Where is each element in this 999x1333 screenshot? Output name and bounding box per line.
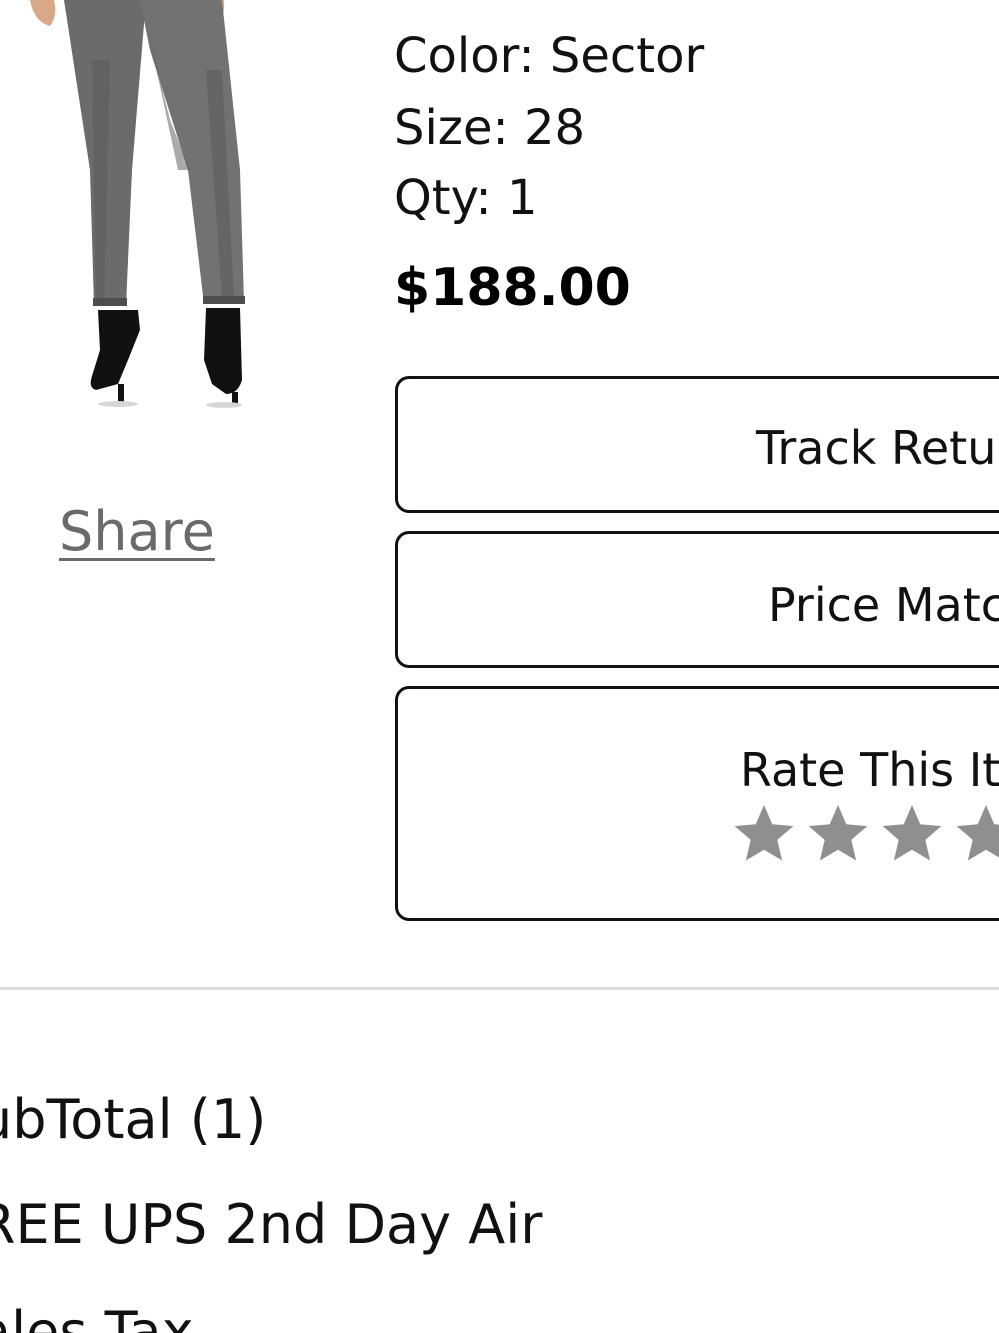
- product-photo: [30, 0, 245, 408]
- track-return-button[interactable]: Track Retu: [395, 376, 999, 513]
- star-icon[interactable]: [954, 801, 999, 865]
- star-icon[interactable]: [806, 801, 870, 865]
- star-icon[interactable]: [880, 801, 944, 865]
- share-link[interactable]: Share: [59, 500, 215, 563]
- order-item-page: Share Color: Sector Size: 28 Qty: 1 $188…: [0, 0, 999, 1333]
- star-rating[interactable]: [732, 801, 999, 865]
- product-image[interactable]: [0, 0, 300, 420]
- star-icon[interactable]: [732, 801, 796, 865]
- price-match-button[interactable]: Price Matc: [395, 531, 999, 668]
- item-price: $188.00: [394, 258, 631, 318]
- price-match-label: Price Matc: [768, 578, 999, 632]
- track-return-label: Track Retu: [756, 421, 997, 475]
- rate-item-panel: Rate This It: [395, 686, 999, 921]
- item-color: Color: Sector: [394, 28, 705, 84]
- item-size: Size: 28: [394, 100, 586, 156]
- item-quantity: Qty: 1: [394, 170, 538, 226]
- sales-tax-label: ales Tax: [0, 1300, 194, 1333]
- rate-item-label: Rate This It: [740, 743, 999, 797]
- subtotal-label: ubTotal (1): [0, 1088, 267, 1151]
- section-divider: [0, 987, 999, 990]
- shipping-method-label: REE UPS 2nd Day Air: [0, 1193, 543, 1256]
